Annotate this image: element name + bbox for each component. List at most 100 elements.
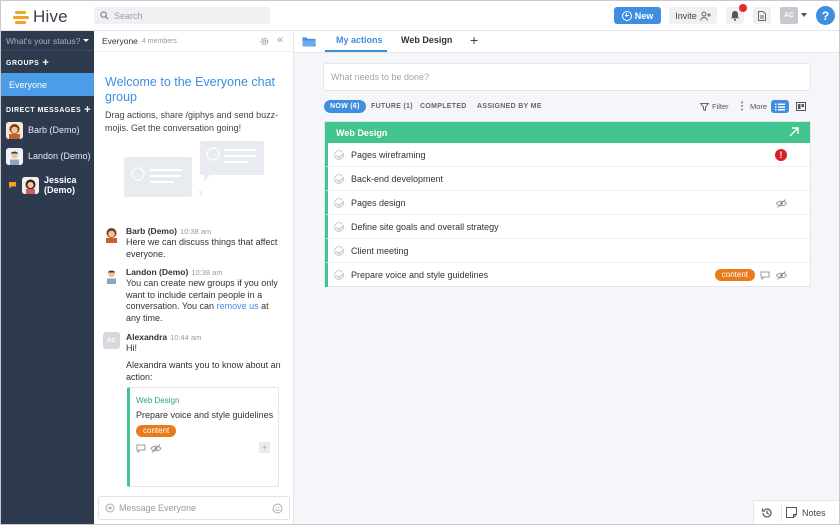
sidebar: What's your status? GROUPS + Everyone DI… xyxy=(1,31,94,524)
search-input[interactable]: Search xyxy=(94,7,270,24)
task-row[interactable]: Prepare voice and style guidelines conte… xyxy=(325,263,810,287)
plus-circle-icon xyxy=(621,10,632,21)
invite-button[interactable]: Invite xyxy=(669,7,717,24)
task-title[interactable]: Define site goals and overall strategy xyxy=(351,222,499,232)
add-dm-icon[interactable]: + xyxy=(84,105,91,116)
chevron-down-icon[interactable] xyxy=(801,13,807,17)
more-button[interactable]: ⋮ More xyxy=(737,100,767,113)
dm-label: Barb (Demo) xyxy=(28,125,80,135)
filter-button[interactable]: Filter xyxy=(700,100,729,113)
task-title[interactable]: Pages design xyxy=(351,198,406,208)
sidebar-item-barb[interactable]: Barb (Demo) xyxy=(1,118,94,142)
board-view-button[interactable] xyxy=(794,100,807,113)
help-button[interactable]: ? xyxy=(816,6,835,25)
task-title[interactable]: Client meeting xyxy=(351,246,409,256)
dm-header: DIRECT MESSAGES + xyxy=(1,105,94,116)
collapse-panel-icon[interactable]: « xyxy=(277,34,283,46)
task-row[interactable]: Back-end development xyxy=(325,167,810,191)
status-selector[interactable]: What's your status? xyxy=(1,31,94,51)
task-row[interactable]: Define site goals and overall strategy xyxy=(325,215,810,239)
history-icon[interactable] xyxy=(761,507,773,519)
message-text: You can create new groups if you only wa… xyxy=(126,278,281,324)
project-header[interactable]: Web Design xyxy=(325,122,810,143)
message-author[interactable]: Landon (Demo) xyxy=(126,267,188,277)
files-button[interactable] xyxy=(753,7,771,24)
notes-button[interactable]: Notes xyxy=(781,504,826,521)
filter-future[interactable]: FUTURE (1) xyxy=(371,100,413,113)
checkbox-icon[interactable] xyxy=(334,221,344,232)
gear-icon[interactable] xyxy=(259,36,270,47)
message-text: Here we can discuss things that affect e… xyxy=(126,237,278,259)
sidebar-item-everyone[interactable]: Everyone xyxy=(1,73,94,96)
add-tab-button[interactable]: + xyxy=(470,32,478,48)
checkbox-icon[interactable] xyxy=(334,173,344,184)
filter-bar: NOW (6) FUTURE (1) COMPLETED ASSIGNED BY… xyxy=(324,100,814,114)
chat-message: AC Alexandra 10:44 am Hi! Alexandra wants… xyxy=(103,332,285,382)
top-bar: Hive Search New Invite AC ? xyxy=(1,1,839,31)
card-add-icon[interactable]: + xyxy=(259,442,270,453)
new-button[interactable]: New xyxy=(614,7,661,24)
welcome-body: Drag actions, share /giphys and send buz… xyxy=(105,110,279,133)
avatar: AC xyxy=(103,332,120,349)
eye-hidden-icon[interactable] xyxy=(775,270,788,280)
notifications-button[interactable] xyxy=(726,4,747,24)
message-input[interactable]: Message Everyone xyxy=(98,496,290,520)
chat-illustration xyxy=(124,141,264,197)
checkbox-icon[interactable] xyxy=(334,197,344,208)
filter-now[interactable]: NOW (6) xyxy=(324,100,366,113)
task-row[interactable]: Pages design xyxy=(325,191,810,215)
new-action-input[interactable]: What needs to be done? xyxy=(323,63,811,91)
dm-label: Landon (Demo) xyxy=(28,151,91,161)
shared-action-card[interactable]: Web Design Prepare voice and style guide… xyxy=(127,387,279,487)
task-title[interactable]: Prepare voice and style guidelines xyxy=(351,270,488,280)
message-text: Alexandra wants you to know about an act… xyxy=(126,360,281,382)
card-tag[interactable]: content xyxy=(136,425,177,437)
task-tag[interactable]: content xyxy=(714,269,755,281)
comment-icon[interactable] xyxy=(760,271,770,280)
remove-us-link[interactable]: remove us xyxy=(217,301,259,311)
welcome-title: Welcome to the Everyone chat group xyxy=(105,75,275,104)
more-label: More xyxy=(750,102,768,111)
eye-hidden-icon[interactable] xyxy=(775,198,788,208)
message-author[interactable]: Alexandra xyxy=(126,332,167,342)
emoji-icon[interactable] xyxy=(272,503,283,514)
chat-message: Landon (Demo) 10:38 am You can create new… xyxy=(103,267,285,327)
eye-hidden-icon[interactable] xyxy=(150,444,162,453)
new-button-label: New xyxy=(634,10,654,21)
tab-my-actions[interactable]: My actions xyxy=(336,35,383,45)
task-title[interactable]: Back-end development xyxy=(351,174,443,184)
sidebar-item-landon[interactable]: Landon (Demo) xyxy=(1,144,94,168)
comment-icon[interactable] xyxy=(136,444,146,453)
tab-web-design[interactable]: Web Design xyxy=(401,35,452,45)
task-row[interactable]: Client meeting xyxy=(325,239,810,263)
search-icon xyxy=(100,11,109,20)
open-project-icon[interactable] xyxy=(788,126,800,138)
filter-assigned-by-me[interactable]: ASSIGNED BY ME xyxy=(477,100,542,113)
avatar xyxy=(103,267,120,284)
card-project[interactable]: Web Design xyxy=(136,396,179,405)
board-icon xyxy=(795,102,806,111)
task-title[interactable]: Pages wireframing xyxy=(351,150,426,160)
app-window: Hive Search New Invite AC ? What's your … xyxy=(1,1,839,524)
sidebar-item-jessica[interactable]: Jessica (Demo) xyxy=(1,172,94,198)
user-avatar[interactable]: AC xyxy=(780,7,798,24)
checkbox-icon[interactable] xyxy=(334,245,344,256)
message-time: 10:38 am xyxy=(191,268,223,277)
dm-label: Jessica (Demo) xyxy=(44,175,77,195)
card-title[interactable]: Prepare voice and style guidelines xyxy=(136,410,273,420)
avatar xyxy=(6,147,23,165)
folder-icon[interactable] xyxy=(302,36,316,47)
checkbox-icon[interactable] xyxy=(334,149,344,160)
members-count[interactable]: 4 members xyxy=(142,38,177,45)
add-group-icon[interactable]: + xyxy=(42,58,49,69)
message-author[interactable]: Barb (Demo) xyxy=(126,226,177,236)
task-row[interactable]: Pages wireframing ! xyxy=(325,143,810,167)
list-icon xyxy=(775,103,785,110)
add-attachment-icon[interactable] xyxy=(105,503,115,513)
hive-logo[interactable]: Hive xyxy=(13,7,68,27)
checkbox-icon[interactable] xyxy=(334,270,344,280)
filter-completed[interactable]: COMPLETED xyxy=(420,100,467,113)
list-view-button[interactable] xyxy=(771,100,789,113)
notification-badge xyxy=(739,4,747,12)
dm-header-label: DIRECT MESSAGES xyxy=(6,106,82,114)
